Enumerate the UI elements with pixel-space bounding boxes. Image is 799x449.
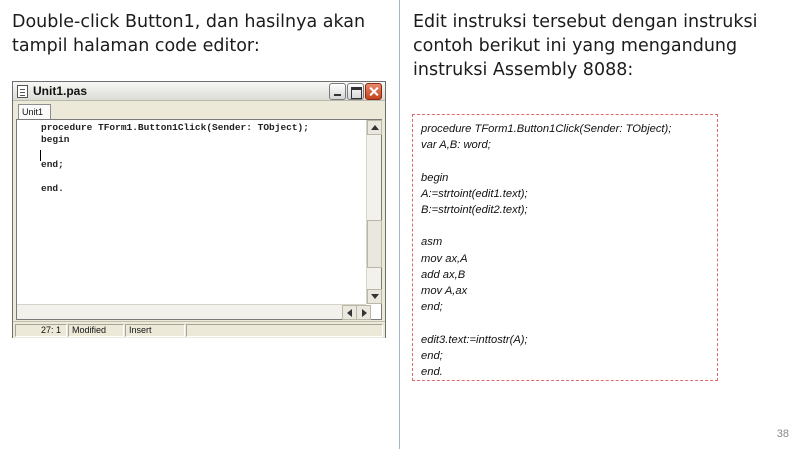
left-heading: Double-click Button1, dan hasilnya akan … — [12, 10, 392, 58]
code-line: procedure TForm1.Button1Click(Sender: TO… — [41, 122, 309, 133]
status-bar: 27: 1 Modified Insert — [13, 321, 385, 338]
vertical-scroll-thumb[interactable] — [367, 220, 382, 268]
code-example-line: var A,B: word; — [421, 139, 491, 152]
scroll-left-button[interactable] — [342, 305, 357, 320]
window-titlebar[interactable]: Unit1.pas — [13, 82, 385, 101]
code-example-line: begin — [421, 171, 449, 184]
tab-unit1[interactable]: Unit1 — [18, 104, 51, 119]
code-example-box: procedure TForm1.Button1Click(Sender: TO… — [412, 114, 718, 381]
code-example-line: mov ax,A — [421, 252, 468, 265]
code-example: procedure TForm1.Button1Click(Sender: TO… — [421, 121, 671, 380]
window-title: Unit1.pas — [33, 84, 88, 98]
status-modified: Modified — [68, 324, 124, 337]
maximize-button[interactable] — [347, 83, 364, 100]
status-insert-mode: Insert — [125, 324, 185, 337]
code-editor[interactable]: procedure TForm1.Button1Click(Sender: TO… — [16, 119, 382, 320]
scroll-right-button[interactable] — [356, 305, 371, 320]
text-caret — [40, 150, 41, 161]
slide-number: 38 — [776, 428, 789, 440]
right-heading-line-1: Edit instruksi tersebut dengan instruksi — [413, 12, 758, 32]
status-message — [186, 324, 383, 337]
right-heading-line-3: instruksi Assembly 8088: — [413, 60, 634, 80]
right-heading: Edit instruksi tersebut dengan instruksi… — [413, 10, 793, 82]
vertical-scrollbar[interactable] — [366, 120, 382, 304]
left-heading-line-2: tampil halaman code editor: — [12, 36, 260, 56]
code-line: end; — [41, 158, 64, 170]
right-heading-line-2: contoh berikut ini yang mengandung — [413, 36, 738, 56]
editor-code: procedure TForm1.Button1Click(Sender: TO… — [41, 122, 309, 196]
code-line: begin — [41, 134, 70, 146]
code-example-line: A:=strtoint(edit1.text); — [421, 187, 528, 200]
left-heading-line-1: Double-click Button1, dan hasilnya akan — [12, 12, 366, 32]
chevron-right-icon — [362, 309, 367, 317]
code-example-line: end; — [421, 301, 443, 314]
code-line: end. — [41, 183, 64, 195]
horizontal-scrollbar[interactable] — [17, 304, 371, 320]
chevron-down-icon — [371, 294, 379, 299]
code-example-line: procedure TForm1.Button1Click(Sender: TO… — [421, 123, 672, 135]
minimize-button[interactable] — [329, 83, 346, 100]
code-example-line: edit3.text:=inttostr(A); — [421, 333, 528, 346]
document-icon — [17, 85, 28, 98]
code-example-line: asm — [421, 236, 443, 249]
code-example-line: add ax,B — [421, 268, 466, 281]
chevron-up-icon — [371, 125, 379, 130]
chevron-left-icon — [347, 309, 352, 317]
code-example-line: B:=strtoint(edit2.text); — [421, 204, 528, 217]
code-example-line: mov A,ax — [421, 285, 468, 298]
column-divider — [399, 0, 400, 449]
close-button[interactable] — [365, 83, 382, 100]
scroll-down-button[interactable] — [367, 289, 382, 304]
status-cursor-position: 27: 1 — [15, 324, 67, 337]
code-example-line: end; — [421, 349, 443, 362]
code-editor-window: Unit1.pas Unit1 procedure TForm1.Button1… — [12, 81, 386, 338]
scroll-up-button[interactable] — [367, 120, 382, 135]
code-example-line: end. — [421, 366, 443, 379]
editor-tabstrip: Unit1 — [13, 101, 385, 119]
